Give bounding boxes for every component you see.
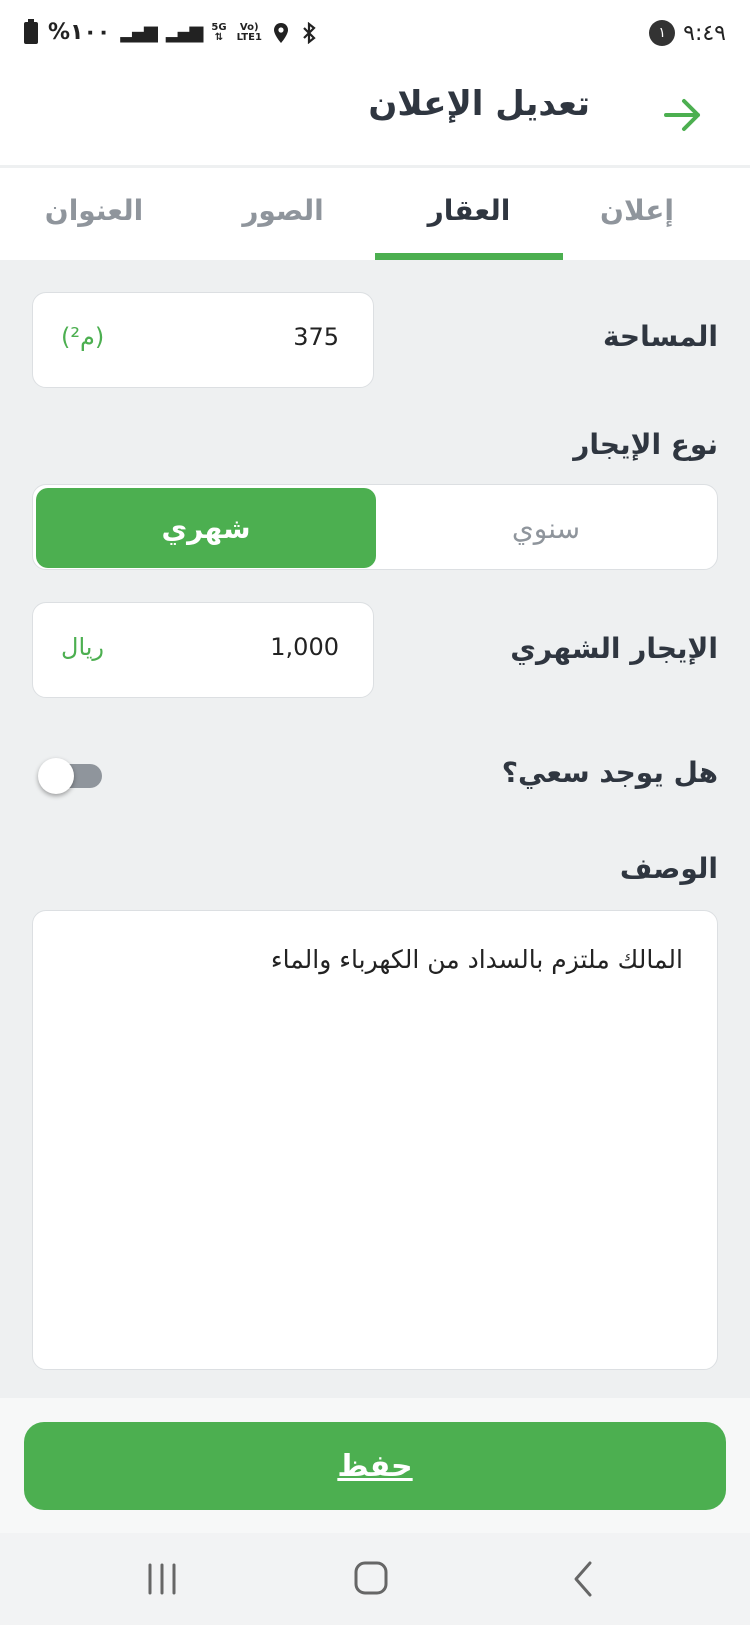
bottom-action-panel: حفظ [0,1398,750,1533]
battery-level: %١٠٠ [48,20,111,45]
page-title: تعديل الإعلان [368,84,590,124]
signal-icon-secondary: ▂▄▆ [165,22,204,43]
rent-type-monthly[interactable]: شهري [36,488,376,568]
monthly-rent-label: الإيجار الشهري [510,632,718,665]
tab-bar: إعلان العقار الصور العنوان [0,168,750,260]
save-button[interactable]: حفظ [24,1422,726,1510]
active-tab-indicator [375,253,563,260]
notification-count-badge: ١ [649,20,676,46]
area-value: 375 [293,323,339,351]
area-input[interactable]: 375 (م²) [32,292,374,388]
status-icons: %١٠٠ ▂▄▆ ▂▄▆ 5G ⇅ Vo) LTE1 [24,18,318,45]
status-time-group: ١ ٩:٤٩ [649,20,726,46]
commission-label: هل يوجد سعي؟ [501,756,718,789]
signal-icon: ▂▄▆ [120,22,158,43]
area-unit: (م²) [61,323,105,351]
battery-icon [24,18,38,44]
system-nav-bar [0,1533,750,1625]
volte-badge: Vo) LTE1 [236,21,262,43]
monthly-rent-unit: ريال [61,633,105,661]
back-arrow-icon[interactable] [658,90,708,140]
clock: ٩:٤٩ [683,20,726,46]
rent-type-label: نوع الإيجار [573,428,718,461]
monthly-rent-value: 1,000 [270,633,339,661]
home-icon[interactable] [342,1557,402,1601]
toggle-knob [38,758,74,794]
tab-address[interactable]: العنوان [34,194,154,227]
description-textarea[interactable]: المالك ملتزم بالسداد من الكهرباء والماء [32,910,718,1370]
description-label: الوصف [619,852,718,885]
app-bar: تعديل الإعلان [0,70,750,165]
location-icon [273,22,288,43]
tab-property[interactable]: العقار [375,194,563,227]
area-label: المساحة [602,320,718,353]
status-bar: %١٠٠ ▂▄▆ ▂▄▆ 5G ⇅ Vo) LTE1 ١ ٩:٤٩ [0,0,750,70]
bluetooth-icon [303,21,316,44]
network-type-badge: 5G ⇅ [211,21,227,43]
commission-toggle[interactable] [38,758,102,794]
back-nav-icon[interactable] [552,1557,612,1601]
rent-type-yearly[interactable]: سنوي [376,488,716,568]
recent-apps-icon[interactable] [132,1557,192,1601]
monthly-rent-input[interactable]: 1,000 ريال [32,602,374,698]
tab-ad[interactable]: إعلان [582,194,692,227]
tab-photos[interactable]: الصور [228,194,338,227]
rent-type-selector: سنوي شهري [32,484,718,570]
